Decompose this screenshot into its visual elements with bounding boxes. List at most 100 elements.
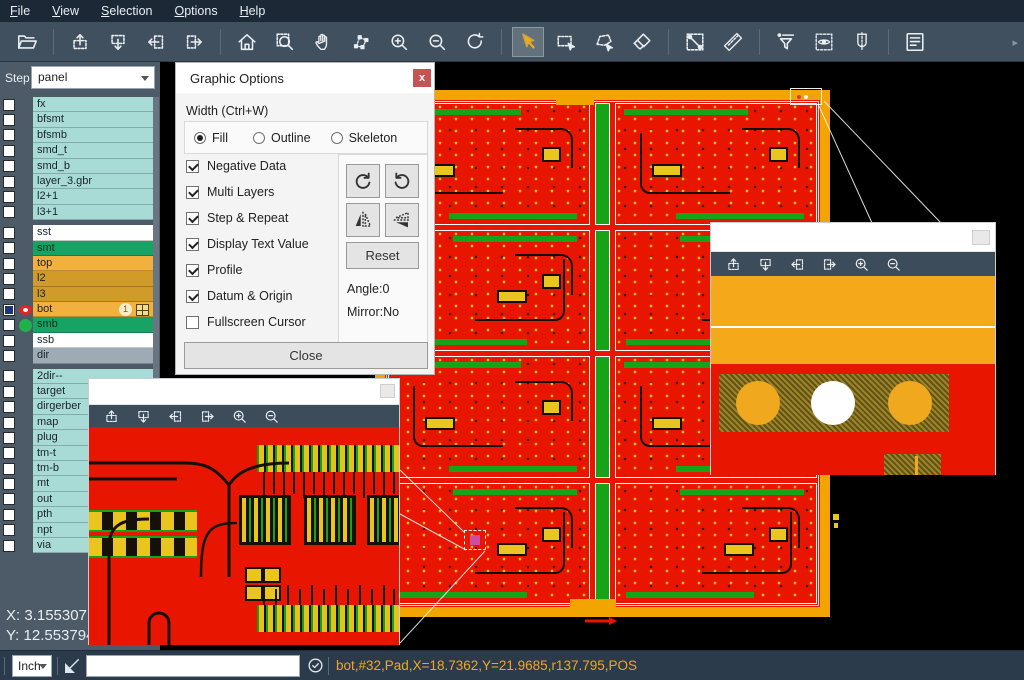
layer-indicator[interactable] xyxy=(18,369,33,383)
layer-checkbox[interactable] xyxy=(3,432,15,444)
command-input[interactable] xyxy=(86,655,300,677)
menu-help[interactable]: Help xyxy=(240,4,266,18)
layer-indicator[interactable] xyxy=(18,257,33,271)
layer-item[interactable]: dir xyxy=(33,348,153,363)
layer-checkbox[interactable] xyxy=(3,288,15,300)
move-left-icon[interactable] xyxy=(165,406,185,426)
layer-item[interactable]: l3 xyxy=(33,287,153,302)
layer-checkbox[interactable] xyxy=(3,524,15,536)
move-right-icon[interactable] xyxy=(819,254,839,274)
layer-checkbox[interactable] xyxy=(3,370,15,382)
layer-item[interactable]: smd_b xyxy=(33,159,153,174)
angle-mode-icon[interactable] xyxy=(62,656,82,676)
layer-indicator[interactable] xyxy=(18,272,33,286)
checkbox-option[interactable]: Fullscreen Cursor xyxy=(186,315,309,329)
layer-item[interactable]: smd_t xyxy=(33,143,153,158)
mirror-vertical-button[interactable] xyxy=(385,203,419,237)
layer-item[interactable]: smb xyxy=(33,317,153,332)
layer-indicator[interactable] xyxy=(18,334,33,348)
move-up-icon[interactable] xyxy=(64,27,96,57)
close-button[interactable]: Close xyxy=(184,342,428,369)
layer-item[interactable]: l2 xyxy=(33,271,153,286)
layer-checkbox[interactable] xyxy=(3,114,15,126)
layer-checkbox[interactable] xyxy=(3,447,15,459)
layer-checkbox[interactable] xyxy=(3,335,15,347)
view-box-icon[interactable] xyxy=(808,27,840,57)
checkbox-option[interactable]: Multi Layers xyxy=(186,185,309,199)
layer-checkbox[interactable] xyxy=(3,319,15,331)
layer-indicator[interactable] xyxy=(18,144,33,158)
zoom-popup-corner[interactable] xyxy=(710,222,996,475)
select-poly-icon[interactable] xyxy=(588,27,620,57)
layer-indicator[interactable] xyxy=(18,539,33,553)
layer-item[interactable]: bot1 xyxy=(33,302,153,317)
layer-indicator[interactable] xyxy=(18,385,33,399)
move-left-icon[interactable] xyxy=(140,27,172,57)
layer-checkbox[interactable] xyxy=(3,176,15,188)
clean-brush-icon[interactable] xyxy=(626,27,658,57)
layer-checkbox[interactable] xyxy=(3,417,15,429)
layer-indicator[interactable] xyxy=(18,190,33,204)
move-up-icon[interactable] xyxy=(723,254,743,274)
layer-checkbox[interactable] xyxy=(3,99,15,111)
radio-option[interactable]: Outline xyxy=(253,131,311,145)
close-icon[interactable]: x xyxy=(413,69,431,87)
layer-checkbox[interactable] xyxy=(3,540,15,552)
layer-item[interactable]: ssb xyxy=(33,333,153,348)
layer-indicator[interactable] xyxy=(18,477,33,491)
zoom-window-icon[interactable] xyxy=(269,27,301,57)
layer-indicator[interactable] xyxy=(18,226,33,240)
layer-checkbox[interactable] xyxy=(3,386,15,398)
layer-indicator[interactable] xyxy=(18,303,33,317)
snap-magnet-icon[interactable] xyxy=(846,27,878,57)
layer-checkbox[interactable] xyxy=(3,227,15,239)
move-right-icon[interactable] xyxy=(197,406,217,426)
layer-indicator[interactable] xyxy=(18,287,33,301)
unit-select[interactable]: Inch xyxy=(12,655,52,677)
menu-view[interactable]: View xyxy=(52,4,79,18)
layer-checkbox[interactable] xyxy=(3,478,15,490)
popup-titlebar[interactable] xyxy=(89,379,399,405)
zoom-popup-detail[interactable] xyxy=(88,378,400,645)
layer-indicator[interactable] xyxy=(18,400,33,414)
layer-item[interactable]: bfsmt xyxy=(33,112,153,127)
radio-option[interactable]: Fill xyxy=(194,131,228,145)
checkbox-option[interactable]: Negative Data xyxy=(186,159,309,173)
apply-icon[interactable] xyxy=(306,656,325,675)
ruler-icon[interactable] xyxy=(717,27,749,57)
checkbox-option[interactable]: Display Text Value xyxy=(186,237,309,251)
zoom-out-icon[interactable] xyxy=(261,406,281,426)
checkbox-option[interactable]: Datum & Origin xyxy=(186,289,309,303)
move-down-icon[interactable] xyxy=(102,27,134,57)
rotate-cw-button[interactable] xyxy=(346,164,380,198)
checkbox-option[interactable]: Step & Repeat xyxy=(186,211,309,225)
layer-indicator[interactable] xyxy=(18,205,33,219)
move-right-icon[interactable] xyxy=(178,27,210,57)
layer-indicator[interactable] xyxy=(18,113,33,127)
rotate-ccw-button[interactable] xyxy=(385,164,419,198)
popup-window-button[interactable] xyxy=(380,384,395,398)
report-icon[interactable] xyxy=(899,27,931,57)
board-instance[interactable] xyxy=(388,483,590,605)
layer-indicator[interactable] xyxy=(18,523,33,537)
measure-distance-icon[interactable] xyxy=(679,27,711,57)
menu-selection[interactable]: Selection xyxy=(101,4,152,18)
layer-indicator[interactable] xyxy=(18,416,33,430)
layer-item[interactable]: l2+1 xyxy=(33,189,153,204)
layer-checkbox[interactable] xyxy=(3,401,15,413)
select-rect-icon[interactable] xyxy=(550,27,582,57)
filter-icon[interactable] xyxy=(770,27,802,57)
layer-indicator[interactable] xyxy=(18,446,33,460)
open-folder-icon[interactable] xyxy=(11,27,43,57)
pan-hand-icon[interactable] xyxy=(307,27,339,57)
checkbox-option[interactable]: Profile xyxy=(186,263,309,277)
move-up-icon[interactable] xyxy=(101,406,121,426)
layer-checkbox[interactable] xyxy=(3,463,15,475)
zoom-previous-icon[interactable] xyxy=(459,27,491,57)
zoom-in-icon[interactable] xyxy=(851,254,871,274)
reset-button[interactable]: Reset xyxy=(346,242,419,269)
layer-checkbox[interactable] xyxy=(3,273,15,285)
menu-options[interactable]: Options xyxy=(174,4,217,18)
layer-item[interactable]: top xyxy=(33,256,153,271)
layer-item[interactable]: smt xyxy=(33,241,153,256)
